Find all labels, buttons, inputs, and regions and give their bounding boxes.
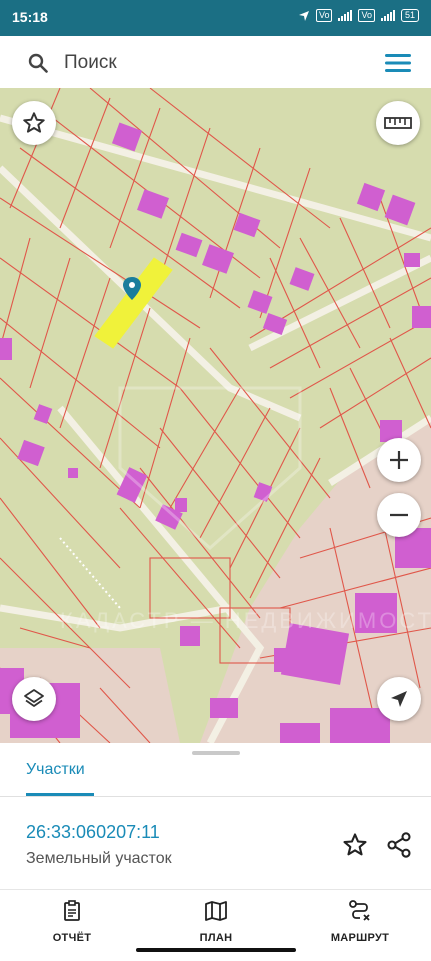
share-icon[interactable]	[385, 831, 413, 859]
search-input[interactable]	[62, 49, 366, 77]
search-bar[interactable]	[6, 41, 425, 83]
status-bar: 15:18 Vo Vo 51	[0, 0, 431, 36]
star-icon[interactable]	[341, 831, 369, 859]
parcel-type: Земельный участок	[26, 850, 172, 867]
signal-icon-2	[380, 10, 395, 21]
ruler-button[interactable]	[376, 101, 420, 145]
signal-icon	[338, 10, 353, 21]
locate-icon	[391, 691, 407, 707]
layers-icon	[24, 689, 44, 707]
battery-icon: 51	[400, 9, 419, 22]
nav-route-label: МАРШРУТ	[330, 932, 390, 944]
status-icons: Vo Vo 51	[298, 9, 419, 22]
sheet-drag-handle[interactable]	[192, 751, 240, 755]
volte-icon: Vo	[315, 9, 333, 22]
status-time: 15:18	[12, 9, 48, 25]
map-canvas[interactable]: КАДАСТР — НЕДВИЖИМОСТЬ	[0, 88, 431, 743]
menu-icon[interactable]	[385, 54, 411, 72]
nav-report-label: ОТЧЁТ	[52, 932, 92, 944]
route-icon	[349, 900, 370, 921]
nav-plan-label: ПЛАН	[199, 932, 233, 944]
tab-parcels[interactable]: Участки	[26, 761, 85, 779]
zoom-in-icon	[390, 451, 408, 469]
bottom-sheet: Участки 26:33:060207:11 Земельный участо…	[0, 743, 431, 961]
zoom-out-icon	[390, 513, 408, 517]
zoom-out-button[interactable]	[377, 493, 421, 537]
zoom-in-button[interactable]	[377, 438, 421, 482]
divider	[0, 796, 431, 797]
nav-plan[interactable]: ПЛАН	[161, 900, 271, 946]
nav-report[interactable]: ОТЧЁТ	[17, 900, 127, 946]
report-icon	[64, 900, 80, 921]
map-plan-icon	[205, 901, 227, 921]
volte-4g-icon: Vo	[358, 9, 375, 22]
nav-route[interactable]: МАРШРУТ	[305, 900, 415, 946]
cadastral-map[interactable]: КАДАСТР — НЕДВИЖИМОСТЬ	[0, 88, 431, 743]
parcel-cadastral-number[interactable]: 26:33:060207:11	[26, 822, 160, 843]
layers-button[interactable]	[12, 677, 56, 721]
ruler-icon	[384, 117, 412, 129]
locate-button[interactable]	[377, 677, 421, 721]
bottom-navigation: ОТЧЁТ ПЛАН МАРШРУТ	[0, 889, 431, 961]
favorite-star-button[interactable]	[12, 101, 56, 145]
gesture-bar[interactable]	[136, 948, 296, 952]
search-header	[0, 36, 431, 88]
search-icon[interactable]	[28, 53, 48, 73]
dotted-boundary	[59, 537, 121, 609]
svg-text:КАДАСТР — НЕДВИЖИМОСТЬ: КАДАСТР — НЕДВИЖИМОСТЬ	[60, 608, 431, 633]
location-arrow-icon	[298, 10, 309, 21]
favorite-star-icon	[23, 112, 45, 133]
